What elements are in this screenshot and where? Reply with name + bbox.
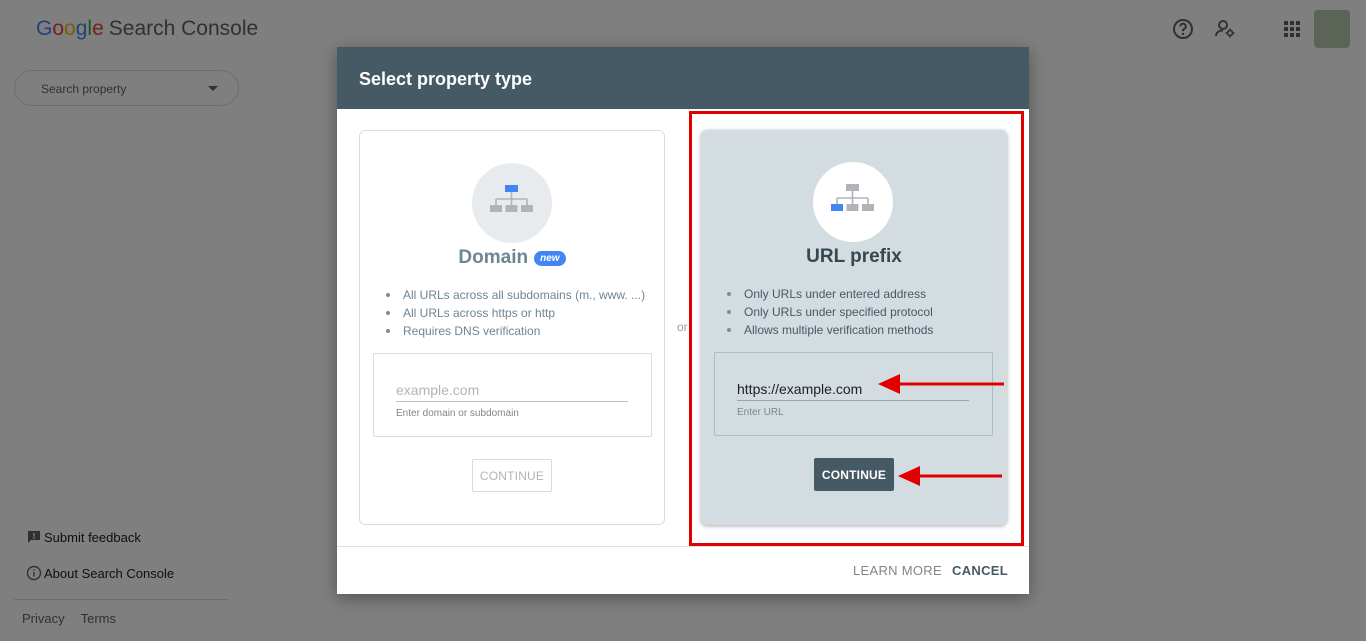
select-property-type-dialog: Select property type Domain new All URLs…: [337, 47, 1029, 594]
url-prefix-continue-button[interactable]: CONTINUE: [814, 458, 894, 491]
dialog-title: Select property type: [359, 69, 533, 89]
list-item: Only URLs under entered address: [727, 285, 933, 303]
url-input-help: Enter URL: [737, 407, 784, 418]
domain-icon-circle: [472, 163, 552, 243]
list-item: All URLs across all subdomains (m., www.…: [386, 286, 645, 304]
domain-continue-button[interactable]: CONTINUE: [472, 459, 552, 492]
domain-input[interactable]: [396, 378, 628, 402]
url-prefix-features-list: Only URLs under entered address Only URL…: [727, 285, 933, 339]
domain-input-container: Enter domain or subdomain: [373, 353, 652, 437]
sitemap-url-prefix-icon: [831, 184, 874, 211]
sitemap-domain-icon: [490, 185, 533, 212]
cancel-button[interactable]: CANCEL: [952, 563, 1008, 578]
url-prefix-title: URL prefix: [806, 246, 902, 267]
domain-title-row: Domain new: [360, 247, 664, 269]
list-item: Allows multiple verification methods: [727, 321, 933, 339]
url-input-container: Enter URL: [714, 352, 993, 436]
domain-property-card[interactable]: Domain new All URLs across all subdomain…: [359, 130, 665, 525]
url-prefix-icon-circle: [813, 162, 893, 242]
dialog-header: Select property type: [337, 47, 1029, 109]
url-input[interactable]: [737, 377, 969, 401]
url-prefix-property-card[interactable]: URL prefix Only URLs under entered addre…: [701, 130, 1007, 525]
dialog-footer: LEARN MORE CANCEL: [337, 546, 1029, 594]
list-item: Only URLs under specified protocol: [727, 303, 933, 321]
list-item: Requires DNS verification: [386, 322, 645, 340]
learn-more-button[interactable]: LEARN MORE: [853, 563, 942, 578]
list-item: All URLs across https or http: [386, 304, 645, 322]
url-prefix-title-row: URL prefix: [701, 246, 1007, 268]
domain-input-help: Enter domain or subdomain: [396, 408, 519, 419]
domain-title: Domain: [458, 247, 529, 268]
or-separator: or: [677, 320, 688, 334]
domain-features-list: All URLs across all subdomains (m., www.…: [386, 286, 645, 340]
new-badge: new: [534, 250, 566, 266]
